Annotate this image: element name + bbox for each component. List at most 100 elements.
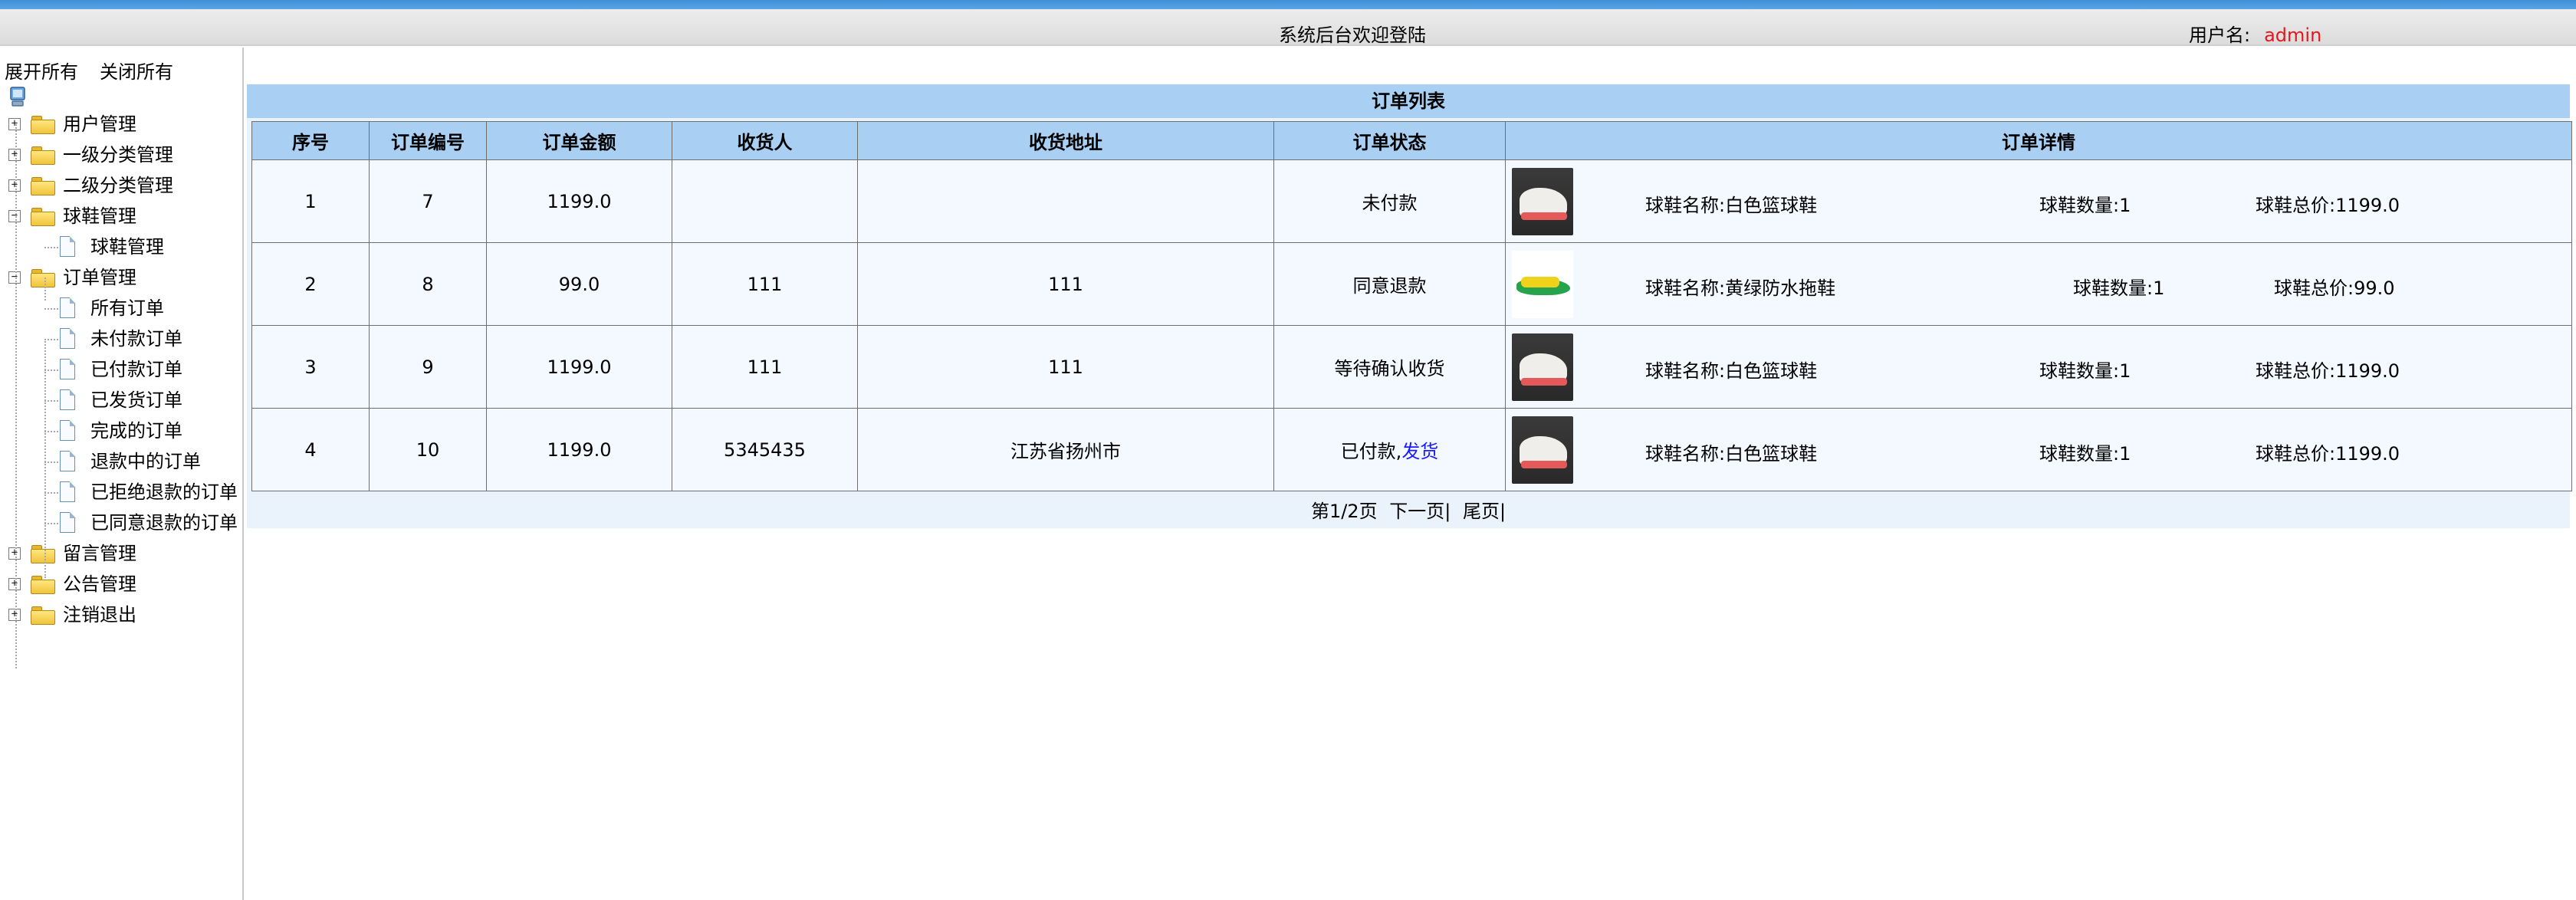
sidebar-item-label: 完成的订单 [90,420,182,442]
shoe-quantity: 球鞋数量:1 [2039,195,2131,216]
tree-connector [44,431,58,432]
top-stripe [0,0,2576,9]
cell-amount: 1199.0 [486,408,672,491]
cell-status: 未付款 [1273,159,1506,243]
page-icon [58,236,77,258]
computer-icon [10,87,25,107]
sidebar-item-label: 二级分类管理 [63,175,173,196]
shoe-total: 球鞋总价:1199.0 [2256,443,2400,465]
sidebar-item-label: 已发货订单 [90,389,182,411]
page-icon [58,359,77,380]
collapse-icon[interactable]: − [8,210,21,222]
column-header: 订单金额 [486,121,672,160]
shoe-quantity: 球鞋数量:1 [2039,443,2131,465]
folder-icon [31,116,57,134]
table-row: 3 9 1199.0 111 111 等待确认收货 球鞋名称:白色篮球鞋 球鞋数量:1 球鞋总价… [251,325,2572,409]
status-text: 未付款 [1362,192,1418,214]
folder-open-icon [31,269,57,287]
sidebar-item-label: 已拒绝退款的订单 [90,481,238,503]
cell-receiver: 111 [672,325,858,409]
cell-detail: 球鞋名称:白色篮球鞋 球鞋数量:1 球鞋总价:1199.0 [1505,159,2572,243]
cell-status: 等待确认收货 [1273,325,1506,409]
welcome-text: 系统后台欢迎登陆 [1279,25,1426,46]
sidebar-item-label: 注销退出 [63,604,136,626]
expand-all-link[interactable]: 展开所有 [5,57,78,84]
ship-button[interactable]: 发货 [1401,441,1438,462]
cell-order-no: 10 [369,408,487,491]
page-icon [58,451,77,472]
user-info: 用户名: admin [2189,20,2321,47]
cell-address [857,159,1274,243]
page-icon [58,420,77,442]
cell-seq: 4 [251,408,370,491]
sidebar-item-label: 已付款订单 [90,359,182,380]
shoe-name: 球鞋名称:黄绿防水拖鞋 [1645,278,1836,299]
tree-connector [44,339,58,340]
last-page-link[interactable]: 尾页| [1463,501,1506,522]
expand-icon[interactable]: + [8,179,21,192]
expand-icon[interactable]: + [8,578,21,590]
sidebar-item-label: 公告管理 [63,573,136,595]
cell-detail: 球鞋名称:黄绿防水拖鞋 球鞋数量:1 球鞋总价:99.0 [1505,242,2572,326]
expand-icon[interactable]: + [8,609,21,621]
expand-icon[interactable]: + [8,547,21,560]
cell-order-no: 8 [369,242,487,326]
expand-icon[interactable]: + [8,149,21,161]
shoe-total: 球鞋总价:99.0 [2274,278,2395,299]
folder-icon [31,146,57,165]
cell-receiver: 111 [672,242,858,326]
table-row: 2 8 99.0 111 111 同意退款 球鞋名称:黄绿防水拖鞋 球鞋数量:1 球鞋总价:99… [251,242,2572,326]
column-header: 序号 [251,121,370,160]
table-row: 4 10 1199.0 5345435 江苏省扬州市 已付款,发货 球鞋名称:白色篮球鞋 球鞋… [251,408,2572,491]
collapse-all-link[interactable]: 关闭所有 [100,57,173,84]
next-page-link[interactable]: 下一页| [1389,501,1451,522]
sidebar-item-label: 一级分类管理 [63,144,173,166]
cell-status: 同意退款 [1273,242,1506,326]
sidebar-item-label: 退款中的订单 [90,451,201,472]
folder-icon [31,576,57,594]
sidebar-item-label: 球鞋管理 [90,236,164,258]
order-table-wrapper: 序号 订单编号 订单金额 收货人 收货地址 订单状态 订单详情 1 7 1199.0 未付款 球鞋名… [247,118,2572,494]
shoe-thumbnail [1512,251,1573,318]
column-header: 订单详情 [1505,121,2572,160]
folder-open-icon [31,208,57,226]
username: admin [2264,25,2322,46]
tree-connector [44,461,58,463]
sidebar-item-label: 已同意退款的订单 [90,512,238,534]
cell-amount: 1199.0 [486,159,672,243]
tree-connector [44,278,46,301]
sidebar-item-label: 所有订单 [90,297,164,319]
shoe-quantity: 球鞋数量:1 [2039,360,2131,382]
column-header: 收货人 [672,121,858,160]
tree-connector [44,492,58,494]
folder-icon [31,606,57,625]
sidebar-item-label: 球鞋管理 [63,205,136,227]
page-icon [58,512,77,534]
cell-receiver [672,159,858,243]
page-info: 第1/2页 [1310,501,1378,522]
sidebar: 展开所有 关闭所有 + 用户管理 + 一级分类管理 + 二级分类管理 − 球鞋管理 球鞋管理 − 订… [0,48,244,900]
main-content: 订单列表 序号 订单编号 订单金额 收货人 收货地址 订单状态 订单详情 1 7 1199.0 未… [247,84,2572,528]
status-text: 等待确认收货 [1334,358,1445,379]
cell-order-no: 9 [369,325,487,409]
cell-status: 已付款,发货 [1273,408,1506,491]
page-icon [58,297,77,319]
cell-seq: 3 [251,325,370,409]
collapse-icon[interactable]: − [8,271,21,284]
tree-connector [44,523,58,524]
page-title: 订单列表 [247,84,2570,118]
sidebar-item-label: 未付款订单 [90,328,182,350]
shoe-total: 球鞋总价:1199.0 [2256,360,2400,382]
shoe-thumbnail [1512,168,1573,235]
shoe-thumbnail [1512,333,1573,401]
status-text: 同意退款 [1352,275,1427,297]
tree-connector [15,124,17,668]
status-text: 已付款, [1340,441,1402,462]
shoe-quantity: 球鞋数量:1 [2073,278,2165,299]
sidebar-item-label: 订单管理 [63,267,136,288]
tree-connector [44,308,58,310]
shoe-name: 球鞋名称:白色篮球鞋 [1645,360,1818,382]
cell-receiver: 5345435 [672,408,858,491]
folder-icon [31,545,57,563]
expand-icon[interactable]: + [8,118,21,130]
